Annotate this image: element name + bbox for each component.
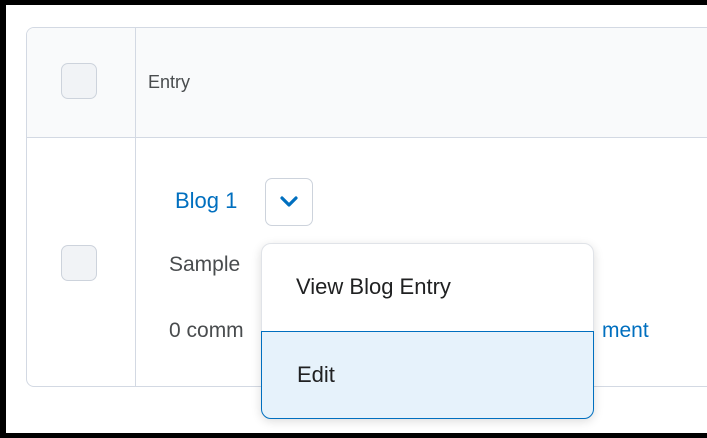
chevron-down-icon <box>280 196 298 207</box>
menu-item-view-blog-entry[interactable]: View Blog Entry <box>262 244 593 330</box>
column-divider <box>135 28 136 386</box>
entry-description: Sample <box>169 253 241 276</box>
menu-item-edit[interactable]: Edit <box>261 331 594 419</box>
screenshot-frame: Entry Blog 1 Sample 0 comm ment View Blo… <box>0 0 707 438</box>
add-comment-link[interactable]: ment <box>602 319 649 343</box>
entry-comment-count: 0 comm <box>169 319 244 342</box>
blog-entry-title-link[interactable]: Blog 1 <box>175 188 237 214</box>
table-header-row <box>27 28 707 138</box>
entry-actions-dropdown-button[interactable] <box>265 178 313 226</box>
entry-column-header: Entry <box>148 72 191 92</box>
menu-item-label: Edit <box>297 362 335 387</box>
select-all-checkbox[interactable] <box>61 63 97 99</box>
menu-item-label: View Blog Entry <box>296 274 451 299</box>
entry-actions-menu: View Blog Entry Edit <box>261 243 594 419</box>
row-select-checkbox[interactable] <box>61 245 97 281</box>
